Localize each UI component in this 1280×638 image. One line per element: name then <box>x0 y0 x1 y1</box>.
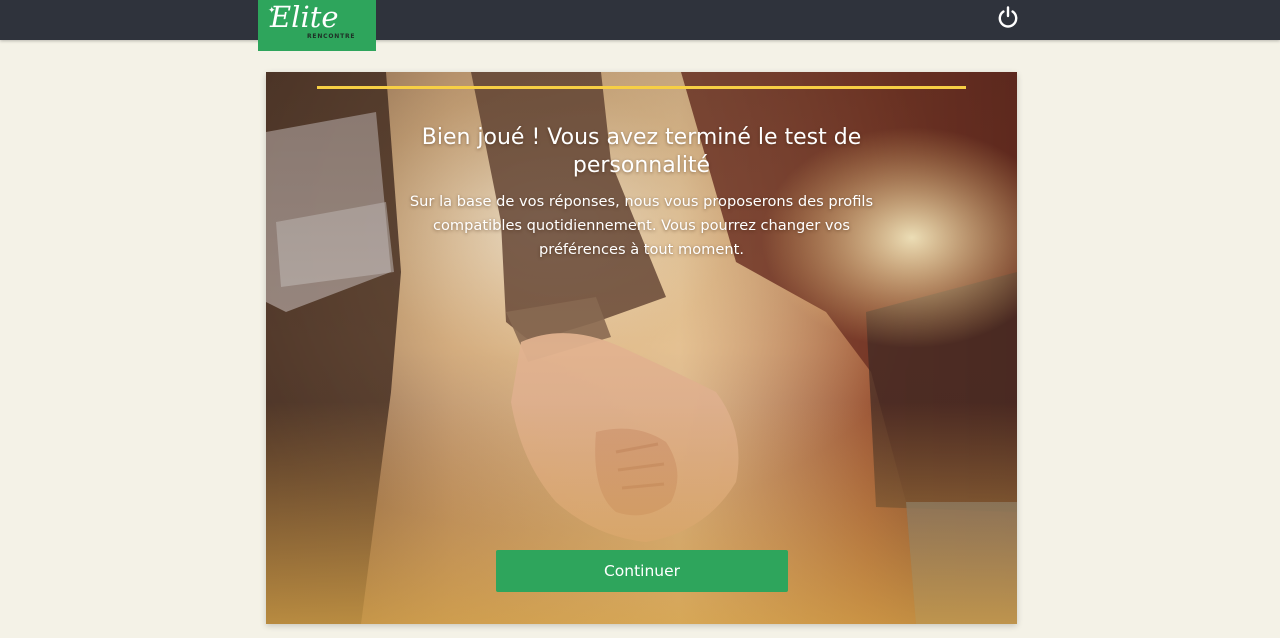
power-icon[interactable] <box>995 4 1021 30</box>
completion-description: Sur la base de vos réponses, nous vous p… <box>409 193 874 258</box>
top-navigation-bar: ✦ Elite RENCONTRE <box>0 0 1280 51</box>
elite-rencontre-logo[interactable]: ✦ Elite RENCONTRE <box>258 0 376 51</box>
power-icon-graphic <box>998 6 1018 28</box>
logo-sub-text: RENCONTRE <box>307 33 356 40</box>
logo-script-text: Elite <box>270 0 339 34</box>
completion-title: Bien joué ! Vous avez terminé le test de… <box>421 125 862 178</box>
personality-test-complete-card: Bien joué ! Vous avez terminé le test de… <box>266 72 1017 624</box>
continue-button[interactable]: Continuer <box>496 550 788 592</box>
test-progress-bar <box>317 86 966 89</box>
test-progress-fill <box>317 86 966 89</box>
